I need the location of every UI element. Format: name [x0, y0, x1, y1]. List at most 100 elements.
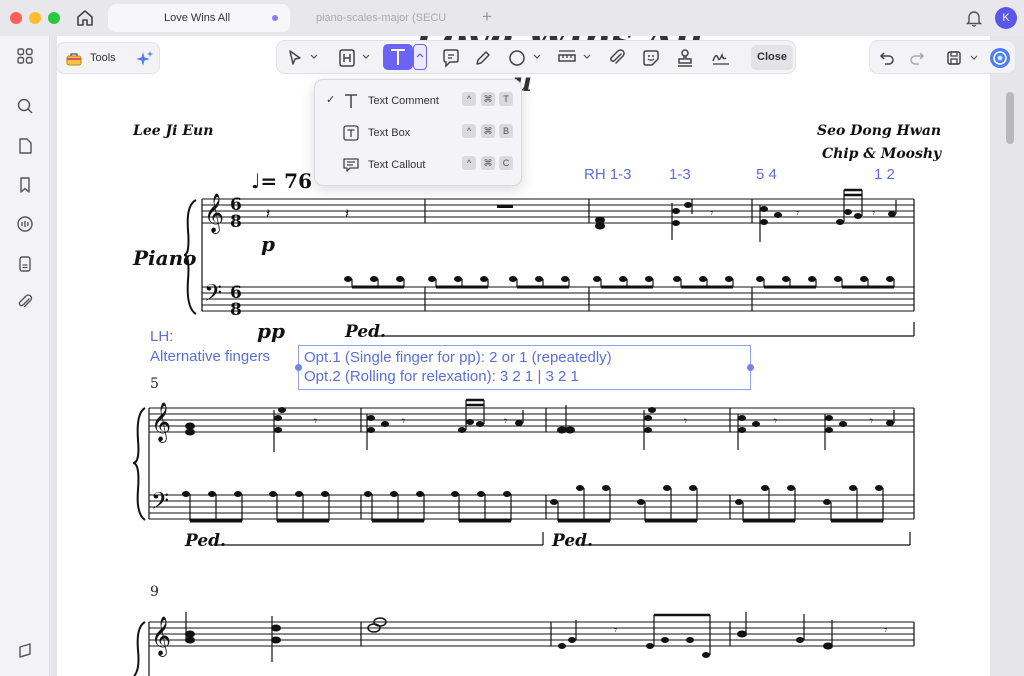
shape-icon[interactable]	[505, 46, 529, 70]
dynamic-p: p	[261, 232, 275, 256]
svg-text:𝄢: 𝄢	[151, 487, 169, 520]
svg-text:𝄽: 𝄽	[266, 205, 270, 221]
checkmark-icon: ✓	[326, 94, 336, 106]
tab-label: piano-scales-major (SECU	[316, 12, 447, 24]
note-head	[561, 276, 569, 282]
svg-text:𝄾: 𝄾	[314, 414, 317, 428]
attachment-icon[interactable]	[15, 292, 35, 312]
note-head	[182, 491, 190, 497]
lh-note[interactable]: LH:	[150, 328, 173, 345]
close-window-button[interactable]	[10, 12, 22, 24]
new-tab-button[interactable]: +	[482, 7, 492, 27]
selected-text-box[interactable]: Opt.1 (Single finger for pp): 2 or 1 (re…	[295, 345, 754, 390]
signature-icon[interactable]	[709, 46, 733, 70]
svg-text:𝄾: 𝄾	[872, 206, 875, 220]
avatar[interactable]: K	[995, 7, 1017, 29]
zoom-window-button[interactable]	[48, 12, 60, 24]
stamp-icon[interactable]	[673, 46, 697, 70]
measure-icon[interactable]	[555, 46, 579, 70]
note-head	[875, 485, 883, 491]
resize-handle[interactable]	[747, 364, 754, 371]
chevron-down-icon[interactable]	[970, 54, 978, 62]
chevron-down-icon[interactable]	[533, 53, 541, 61]
annotation-line: Opt.1 (Single finger for pp): 2 or 1 (re…	[304, 349, 612, 366]
note-head	[756, 276, 764, 282]
tools-button[interactable]: Tools	[56, 42, 160, 74]
chevron-down-icon[interactable]	[310, 53, 318, 61]
measure-number: 9	[150, 584, 159, 600]
menu-item-text-comment[interactable]: ✓ Text Comment ^ ⌘ T	[315, 86, 523, 116]
svg-text:𝄽: 𝄽	[345, 205, 349, 221]
resize-handle[interactable]	[295, 364, 302, 371]
note-head	[396, 276, 404, 282]
note-head	[428, 276, 436, 282]
select-icon[interactable]	[283, 46, 307, 70]
note-head	[782, 276, 790, 282]
vertical-scrollbar[interactable]	[1006, 92, 1014, 144]
fingering-annotation[interactable]: 1 2	[874, 166, 895, 183]
note-head	[344, 276, 352, 282]
note-head	[503, 491, 511, 497]
dynamic-pp: pp	[257, 319, 285, 343]
search-icon[interactable]	[15, 96, 35, 116]
menu-item-label: Text Callout	[368, 159, 426, 171]
text-callout-icon	[343, 158, 359, 172]
lh-note[interactable]: Alternative fingers	[150, 348, 270, 365]
note-head	[787, 485, 795, 491]
note-head	[321, 491, 329, 497]
bookmark-icon[interactable]	[15, 175, 35, 195]
minimize-window-button[interactable]	[29, 12, 41, 24]
ai-sparkle-icon[interactable]	[135, 49, 155, 69]
highlight-icon[interactable]	[335, 46, 359, 70]
svg-text:𝄞: 𝄞	[151, 402, 171, 443]
undo-icon[interactable]	[877, 48, 897, 68]
note-head	[619, 276, 627, 282]
chevron-down-icon[interactable]	[362, 53, 370, 61]
save-icon[interactable]	[944, 48, 964, 68]
home-icon[interactable]	[74, 7, 96, 29]
text-icon[interactable]	[383, 44, 413, 70]
text-box-icon	[343, 125, 359, 141]
tab-love-wins-all[interactable]: Love Wins All	[108, 4, 290, 32]
svg-text:𝄞: 𝄞	[151, 616, 171, 657]
menu-item-text-callout[interactable]: Text Callout ^ ⌘ C	[315, 150, 523, 180]
svg-text:𝄾: 𝄾	[684, 414, 687, 428]
arranger: Chip & Mooshy	[822, 146, 942, 162]
comment-icon[interactable]	[439, 46, 463, 70]
chevron-down-icon[interactable]	[583, 53, 591, 61]
page-icon[interactable]	[15, 136, 35, 156]
text-tool-menu-toggle[interactable]	[413, 44, 427, 70]
svg-text:𝄾: 𝄾	[796, 206, 799, 220]
attach-icon[interactable]	[605, 46, 629, 70]
note-head	[725, 276, 733, 282]
redo-icon[interactable]	[907, 48, 927, 68]
fingering-annotation[interactable]: RH 1-3	[584, 166, 632, 183]
svg-text:𝄾: 𝄾	[774, 414, 777, 428]
document-icon[interactable]	[15, 254, 35, 274]
left-sidebar	[0, 36, 50, 676]
fingering-annotation[interactable]: 1-3	[669, 166, 691, 183]
bell-icon[interactable]	[964, 8, 984, 28]
svg-text:𝄞: 𝄞	[204, 193, 224, 234]
note-head	[689, 485, 697, 491]
instrument-label: Piano	[133, 246, 197, 270]
note-head	[663, 485, 671, 491]
note-head	[886, 276, 894, 282]
menu-item-text-box[interactable]: Text Box ^ ⌘ B	[315, 118, 523, 148]
svg-text:𝄾: 𝄾	[710, 206, 713, 220]
shortcut-key: C	[499, 156, 513, 170]
note-head	[451, 491, 459, 497]
grid-icon[interactable]	[15, 46, 35, 66]
sidebar-toggle-icon[interactable]	[15, 641, 35, 661]
pedal-marking: Ped.	[345, 322, 386, 342]
shortcut-key: ^	[462, 124, 476, 138]
shortcut-key: ^	[462, 92, 476, 106]
shortcut-key: B	[499, 124, 513, 138]
fingering-annotation[interactable]: 5 4	[756, 166, 777, 183]
pen-icon[interactable]	[471, 46, 495, 70]
ai-assistant-icon[interactable]	[989, 47, 1011, 69]
close-toolbar-button[interactable]: Close	[751, 45, 793, 70]
sticker-icon[interactable]	[639, 46, 663, 70]
comments-icon[interactable]	[15, 214, 35, 234]
tab-piano-scales[interactable]: piano-scales-major (SECU	[300, 4, 452, 32]
